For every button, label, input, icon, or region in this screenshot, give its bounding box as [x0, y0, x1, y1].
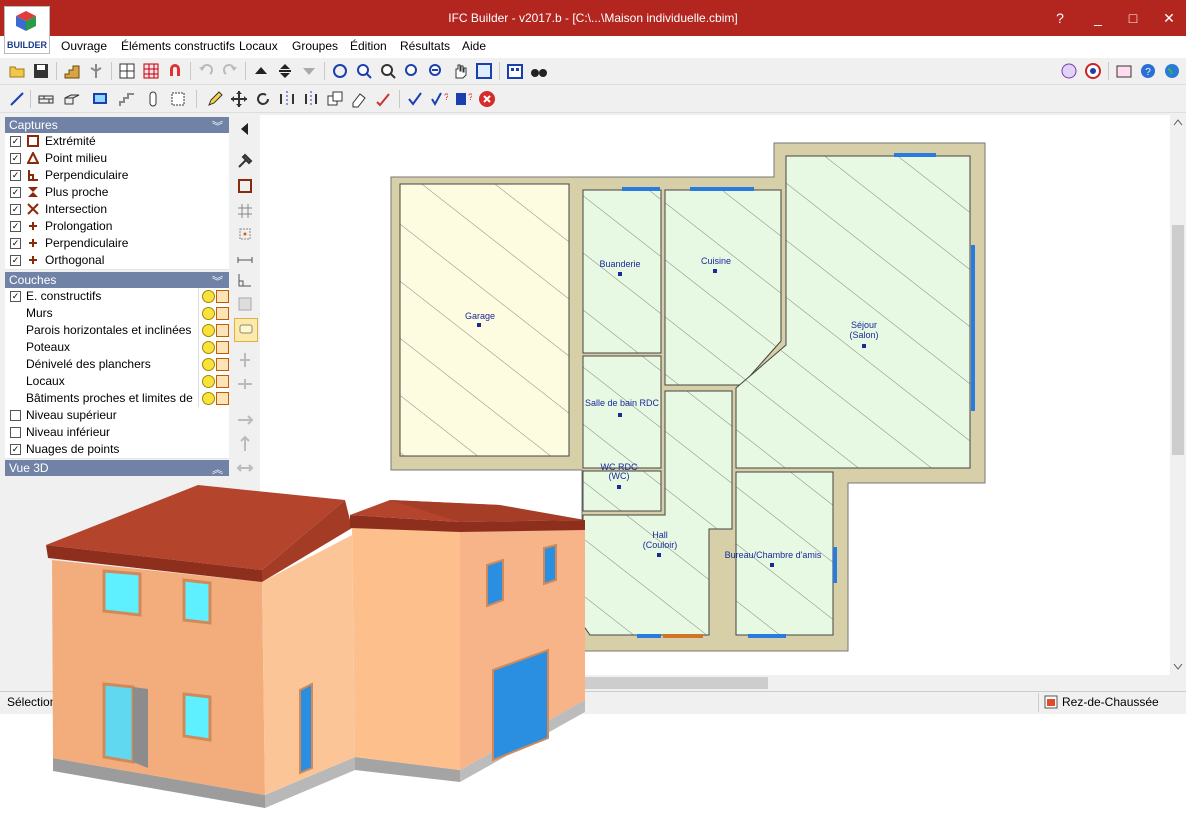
house-3d-render — [46, 485, 585, 808]
